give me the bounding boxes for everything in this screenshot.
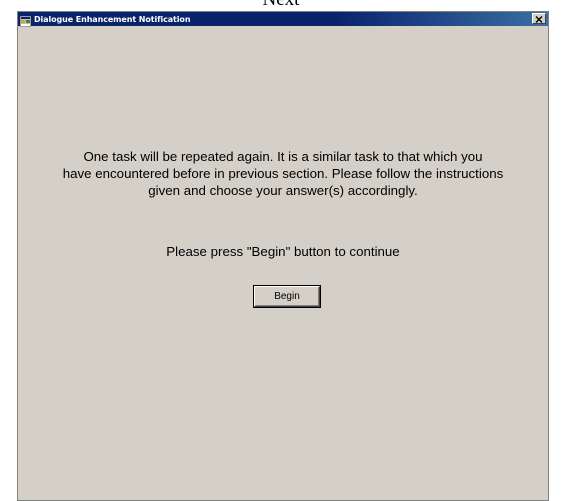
message-line: One task will be repeated again. It is a…	[83, 149, 483, 164]
dialog-body: One task will be repeated again. It is a…	[18, 26, 548, 500]
notification-message: One task will be repeated again. It is a…	[18, 148, 548, 199]
close-button[interactable]	[532, 13, 546, 24]
message-line: have encountered before in previous sect…	[62, 166, 504, 181]
message-line: given and choose your answer(s) accordin…	[148, 183, 418, 198]
close-icon	[535, 10, 543, 28]
begin-button[interactable]: Begin	[254, 286, 320, 307]
title-bar[interactable]: Dialogue Enhancement Notification	[18, 12, 548, 27]
top-caption: Next	[0, 0, 562, 10]
application-icon	[19, 14, 32, 27]
continue-instruction: Please press "Begin" button to continue	[166, 244, 400, 259]
dialog-window: Dialogue Enhancement Notification One ta…	[17, 11, 549, 501]
window-title: Dialogue Enhancement Notification	[34, 14, 191, 24]
